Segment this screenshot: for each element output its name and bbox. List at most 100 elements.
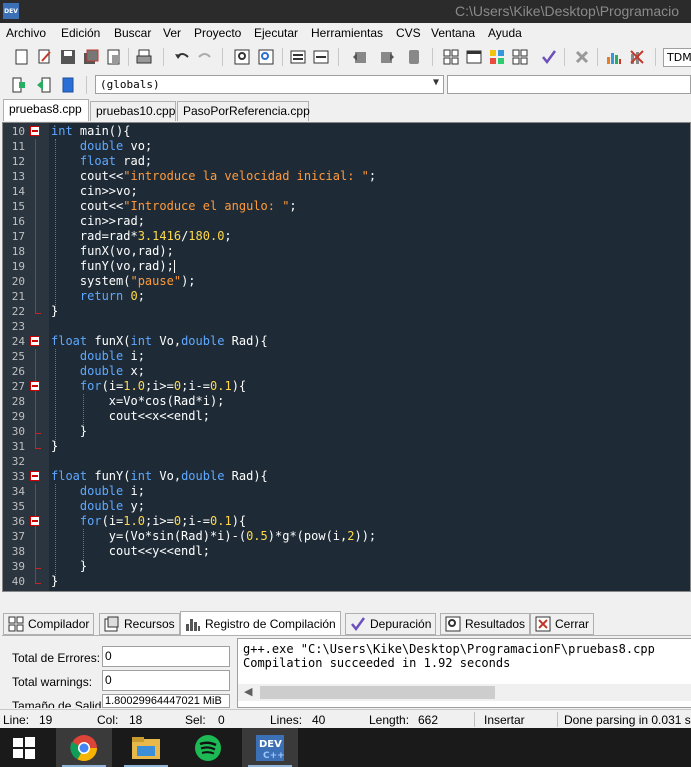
code-line: 10 int main(){ [11,124,131,138]
tab-resultados[interactable]: Resultados [440,613,531,635]
tab-pasoporreferencia[interactable]: PasoPorReferencia.cpp [177,101,310,121]
save-icon[interactable] [58,47,78,67]
fold-collapse-icon[interactable] [30,126,40,136]
delete-profile-icon[interactable] [627,47,647,67]
code-line: 33 float funY(int Vo,double Rad){ [11,469,268,483]
code-line: 13 cout<<"introduce la velocidad inicial… [11,169,377,183]
code-line: 29 cout<<x<<endl; [11,409,210,423]
status-message: Done parsing in 0.031 se [564,713,691,727]
status-line-label: Line: [3,713,30,727]
code-line: 23 [11,320,25,333]
status-sel-label: Sel: [185,713,206,727]
run-icon[interactable] [510,47,530,67]
menu-ejecutar[interactable]: Ejecutar [254,26,298,40]
window-title: C:\Users\Kike\Desktop\Programacio [455,3,680,19]
menu-ayuda[interactable]: Ayuda [488,26,522,40]
stop-execution-icon[interactable] [572,47,592,67]
tab-compilador[interactable]: Compilador [3,613,95,635]
tab-pruebas10[interactable]: pruebas10.cpp [90,101,176,121]
replace-icon[interactable] [256,47,276,67]
open-file-icon[interactable] [35,47,55,67]
profile-chart-icon[interactable] [604,47,624,67]
code-line: 24 float funX(int Vo,double Rad){ [11,334,268,348]
code-line: 30 } [11,424,88,438]
member-select[interactable] [447,75,691,94]
menu-buscar[interactable]: Buscar [114,26,151,40]
menu-proyecto[interactable]: Proyecto [194,26,241,40]
goto-definition-icon[interactable] [34,75,54,95]
menu-ver[interactable]: Ver [163,26,181,40]
scroll-left-icon[interactable]: ◀ [244,685,252,698]
file-explorer-icon[interactable] [118,728,174,767]
code-line: 15 cout<<"Introduce el angulo: "; [11,199,297,213]
window-icon[interactable] [464,47,484,67]
save-all-icon[interactable] [81,47,101,67]
fold-collapse-icon[interactable] [30,381,40,391]
code-line: 40} [11,574,59,588]
chevron-down-icon: ▼ [432,77,439,88]
menu-archivo[interactable]: Archivo [6,26,46,40]
svg-text:DEV: DEV [259,739,282,750]
class-browser-icon[interactable] [58,75,78,95]
code-line: 35 double y; [11,499,145,513]
code-line: 27 for(i=1.0;i>=0;i-=0.1){ [11,379,247,393]
panel-splitter[interactable] [0,592,691,610]
code-line: 18 funX(vo,rad); [11,244,174,258]
chrome-icon[interactable] [56,728,112,767]
status-sel: 0 [218,713,225,727]
tab-registro-compilacion[interactable]: Registro de Compilación [180,611,341,636]
goto-declaration-icon[interactable] [9,75,29,95]
devcpp-icon[interactable]: DEV C++ [242,728,298,767]
code-editor[interactable]: 10 int main(){ 11 double vo; 12 float rad… [2,122,691,592]
check-syntax-icon[interactable] [539,47,559,67]
menu-bar: Archivo Edición Buscar Ver Proyecto Ejec… [0,23,691,43]
close-file-icon[interactable] [104,47,124,67]
undo-icon[interactable] [172,47,192,67]
windows-start-icon[interactable] [0,728,48,767]
menu-edicion[interactable]: Edición [61,26,100,40]
scope-select[interactable]: (globals) ▼ [95,75,444,94]
code-line: 21 return 0; [11,289,145,303]
code-line: 26 double x; [11,364,145,378]
tab-depuracion[interactable]: Depuración [345,613,437,635]
status-lines: 40 [312,713,326,727]
tab-recursos[interactable]: Recursos [99,613,180,635]
menu-herramientas[interactable]: Herramientas [311,26,383,40]
devcpp-app-icon[interactable]: DEV [3,3,19,19]
new-file-icon[interactable] [12,47,32,67]
spotify-icon[interactable] [180,728,236,767]
redo-icon[interactable] [195,47,215,67]
bookmark-prev-icon[interactable] [350,47,370,67]
menu-ventana[interactable]: Ventana [431,26,475,40]
tab-cerrar[interactable]: Cerrar [530,613,595,635]
horizontal-scrollbar[interactable]: ◀ [238,684,691,701]
bar-chart-icon [186,619,200,631]
fold-collapse-icon[interactable] [30,471,40,481]
bottom-tabs: Compilador Recursos Registro de Compilac… [0,611,691,636]
toggle-comment-icon[interactable] [404,47,424,67]
find-icon[interactable] [232,47,252,67]
output-size-label: Tamaño de Salida [12,699,109,708]
code-line: 19 funY(vo,rad); [11,259,175,273]
title-bar: DEV C:\Users\Kike\Desktop\Programacio [0,0,691,23]
code-line: 28 x=Vo*cos(Rad*i); [11,394,225,408]
fold-collapse-icon[interactable] [30,336,40,346]
code-line: 25 double i; [11,349,145,363]
grid-view-icon[interactable] [441,47,461,67]
code-line: 22} [11,304,59,318]
compiler-select[interactable]: TDM- [663,48,691,67]
menu-cvs[interactable]: CVS [396,26,421,40]
status-length: 662 [418,713,439,727]
bookmark-next-icon[interactable] [377,47,397,67]
compile-icon[interactable] [487,47,507,67]
fold-collapse-icon[interactable] [30,516,40,526]
status-col-label: Col: [97,713,119,727]
class-toolbar: (globals) ▼ [0,71,691,98]
output-size-field: 1.80029964447021 MiB [102,694,230,708]
scrollbar-thumb[interactable] [260,686,495,699]
svg-text:C++: C++ [263,751,285,761]
indent-icon[interactable] [288,47,308,67]
tab-pruebas8[interactable]: pruebas8.cpp [3,99,89,121]
print-icon[interactable] [134,47,154,67]
unindent-icon[interactable] [311,47,331,67]
